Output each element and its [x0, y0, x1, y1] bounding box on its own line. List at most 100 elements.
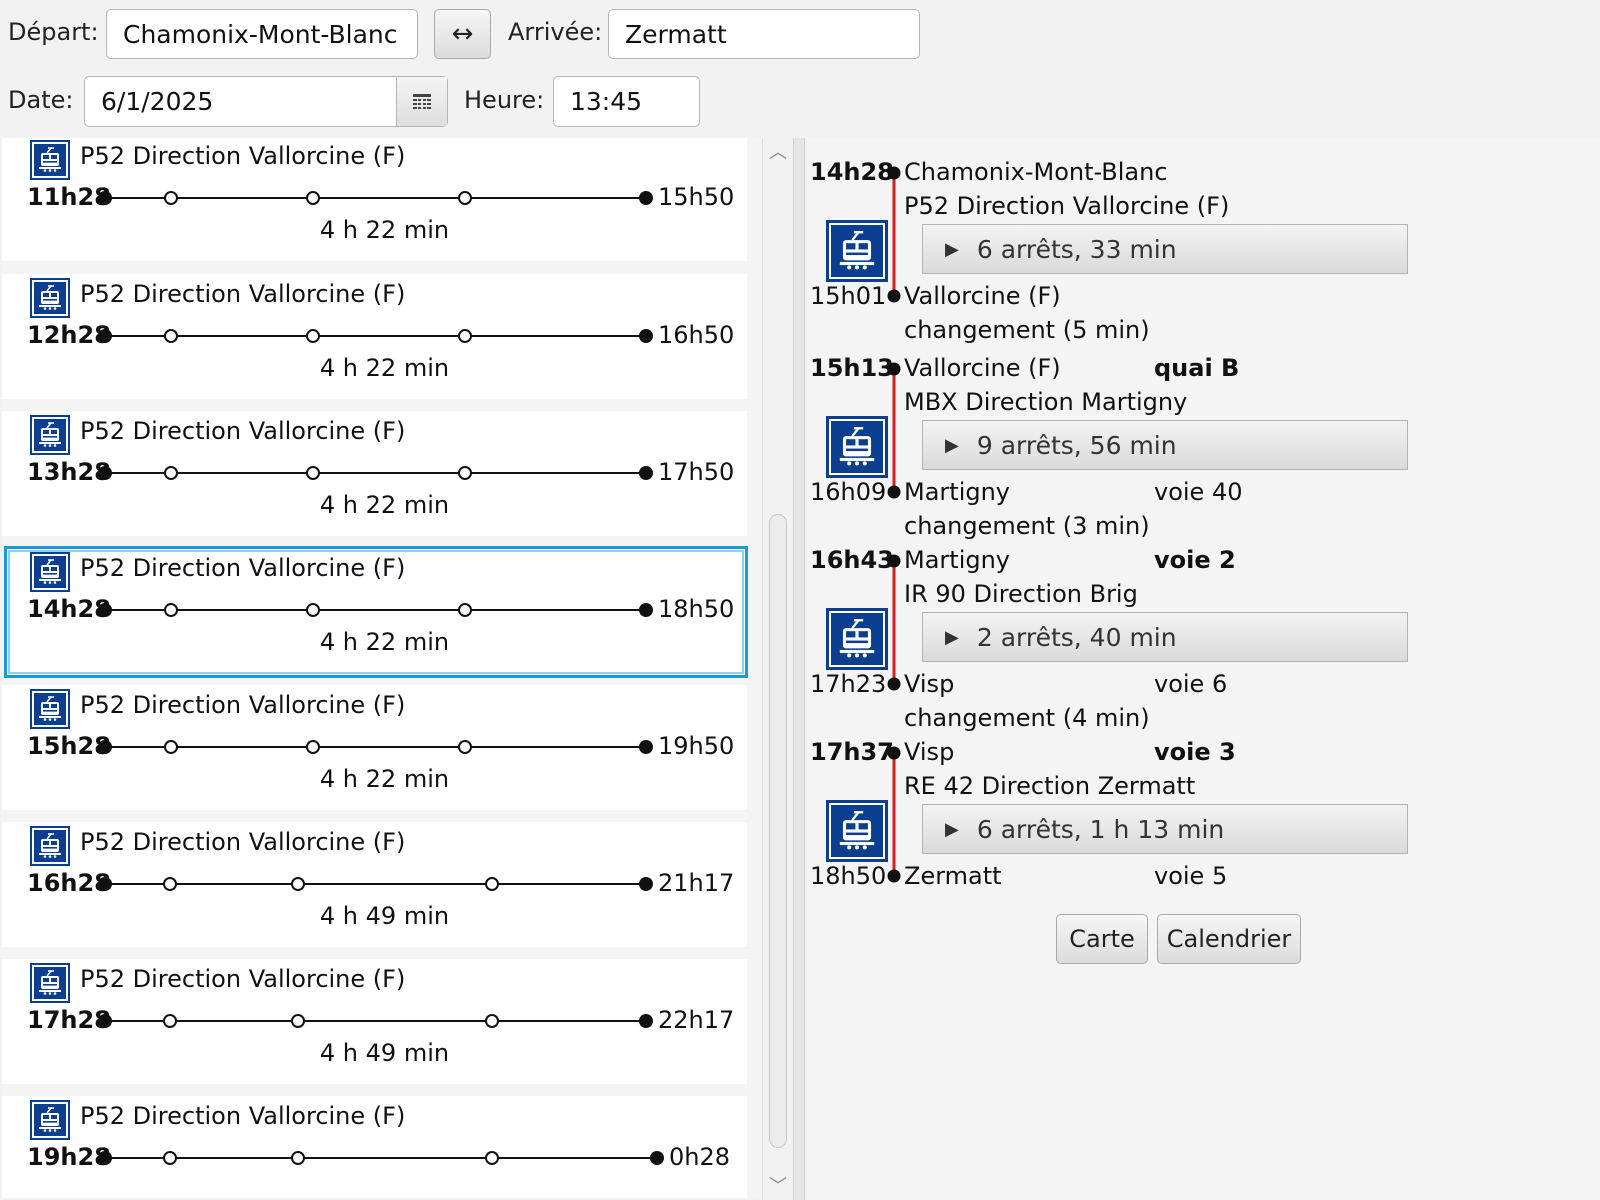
intermediate-stops-toggle[interactable]: ▶ 2 arrêts, 40 min: [922, 612, 1408, 662]
transfer-note: changement (5 min): [904, 316, 1150, 344]
scrollbar-thumb[interactable]: [769, 514, 787, 1148]
train-icon: [30, 552, 70, 592]
leg-arrival-platform: voie 40: [1154, 478, 1243, 506]
intermediate-stops-toggle[interactable]: ▶ 9 arrêts, 56 min: [922, 420, 1408, 470]
leg-departure-time: 14h28: [810, 158, 894, 186]
route-name: P52 Direction Vallorcine (F): [80, 691, 406, 719]
connection-row[interactable]: P52 Direction Vallorcine (F) 15h28 19h50 4 …: [2, 685, 762, 825]
heure-field[interactable]: 13:45: [553, 76, 700, 127]
leg-departure-platform: voie 2: [1154, 546, 1236, 574]
calendar-icon: [413, 93, 431, 109]
expand-triangle-icon: ▶: [945, 434, 959, 456]
date-label: Date:: [8, 86, 74, 114]
leg-route: P52 Direction Vallorcine (F): [904, 192, 1230, 220]
depart-label: Départ:: [8, 18, 99, 46]
train-icon: [30, 826, 70, 866]
expand-triangle-icon: ▶: [945, 626, 959, 648]
connection-row[interactable]: P52 Direction Vallorcine (F) 11h28 15h50 4 …: [2, 138, 762, 276]
transfer-note: changement (3 min): [904, 512, 1150, 540]
journey-timeline: [98, 603, 653, 617]
leg-departure-stop: Vallorcine (F): [904, 354, 1061, 382]
journey-timeline: [98, 1014, 653, 1028]
journey-timeline: [98, 329, 653, 343]
leg-arrival-platform: voie 6: [1154, 670, 1228, 698]
leg-departure-platform: quai B: [1154, 354, 1240, 382]
route-name: P52 Direction Vallorcine (F): [80, 828, 406, 856]
heure-label: Heure:: [464, 86, 545, 114]
leg-departure-stop: Chamonix-Mont-Blanc: [904, 158, 1168, 186]
depart-field[interactable]: Chamonix-Mont-Blanc: [106, 9, 418, 59]
duration: 4 h 22 min: [319, 216, 450, 244]
duration: 4 h 22 min: [319, 491, 450, 519]
stops-summary: 6 arrêts, 33 min: [976, 234, 1177, 264]
expand-triangle-icon: ▶: [945, 238, 959, 260]
journey-timeline: [98, 191, 653, 205]
train-icon: [30, 415, 70, 455]
connection-row[interactable]: P52 Direction Vallorcine (F) 16h28 21h17 4 …: [2, 822, 762, 962]
intermediate-stops-toggle[interactable]: ▶ 6 arrêts, 33 min: [922, 224, 1408, 274]
train-icon: [826, 220, 888, 282]
leg-route: MBX Direction Martigny: [904, 388, 1188, 416]
leg-route: IR 90 Direction Brig: [904, 580, 1138, 608]
leg-arrival-platform: voie 5: [1154, 862, 1228, 890]
leg-arrival-stop: Martigny: [904, 478, 1011, 506]
arrivee-field[interactable]: Zermatt: [608, 9, 920, 59]
calendar-picker-button[interactable]: [396, 77, 447, 126]
leg-departure-time: 15h13: [810, 354, 894, 382]
train-icon: [30, 140, 70, 180]
leg-arrival-stop: Visp: [904, 670, 955, 698]
leg-arrival-time: 15h01: [810, 282, 887, 310]
connection-row[interactable]: P52 Direction Vallorcine (F) 19h28 0h28: [2, 1096, 762, 1198]
scroll-up-arrow-icon[interactable]: ︿: [763, 138, 793, 164]
connection-row[interactable]: P52 Direction Vallorcine (F) 12h28 16h50 4 …: [2, 274, 762, 414]
train-icon: [826, 608, 888, 670]
split-divider[interactable]: [793, 138, 805, 1200]
date-field[interactable]: 6/1/2025: [84, 76, 448, 127]
list-scrollbar[interactable]: ︿ ﹀: [762, 138, 793, 1200]
journey-timeline: [98, 877, 653, 891]
stops-summary: 6 arrêts, 1 h 13 min: [976, 814, 1225, 844]
leg-departure-platform: voie 3: [1154, 738, 1236, 766]
leg-departure-time: 17h37: [810, 738, 894, 766]
train-icon: [30, 963, 70, 1003]
duration: 4 h 49 min: [319, 902, 450, 930]
arrivee-label: Arrivée:: [508, 18, 603, 46]
stops-summary: 9 arrêts, 56 min: [976, 430, 1177, 460]
calendrier-button[interactable]: Calendrier: [1157, 914, 1301, 964]
duration: 4 h 22 min: [319, 354, 450, 382]
train-icon: [826, 416, 888, 478]
train-icon: [826, 800, 888, 862]
connection-detail: 14h28 Chamonix-Mont-Blanc P52 Direction Va…: [806, 138, 1600, 1200]
leg-arrival-time: 16h09: [810, 478, 887, 506]
route-name: P52 Direction Vallorcine (F): [80, 280, 406, 308]
stops-summary: 2 arrêts, 40 min: [976, 622, 1177, 652]
train-icon: [30, 689, 70, 729]
connection-row[interactable]: P52 Direction Vallorcine (F) 13h28 17h50 4 …: [2, 411, 762, 551]
connections-list[interactable]: P52 Direction Vallorcine (F) 11h28 15h50 4 …: [2, 138, 762, 1198]
connection-row[interactable]: P52 Direction Vallorcine (F) 14h28 18h50 4 …: [2, 546, 762, 688]
leg-arrival-stop: Zermatt: [904, 862, 1002, 890]
route-name: P52 Direction Vallorcine (F): [80, 1102, 406, 1130]
expand-triangle-icon: ▶: [945, 818, 959, 840]
leg-route: RE 42 Direction Zermatt: [904, 772, 1196, 800]
leg-departure-stop: Martigny: [904, 546, 1011, 574]
route-name: P52 Direction Vallorcine (F): [80, 965, 406, 993]
duration: 4 h 49 min: [319, 1039, 450, 1067]
intermediate-stops-toggle[interactable]: ▶ 6 arrêts, 1 h 13 min: [922, 804, 1408, 854]
train-icon: [30, 1100, 70, 1140]
route-name: P52 Direction Vallorcine (F): [80, 554, 406, 582]
train-icon: [30, 278, 70, 318]
route-name: P52 Direction Vallorcine (F): [80, 142, 406, 170]
journey-timeline: [98, 1151, 664, 1165]
date-value: 6/1/2025: [101, 87, 214, 116]
scroll-down-arrow-icon[interactable]: ﹀: [763, 1172, 793, 1198]
journey-timeline: [98, 466, 653, 480]
leg-arrival-time: 18h50: [810, 862, 887, 890]
transfer-note: changement (4 min): [904, 704, 1150, 732]
swap-button[interactable]: ↔: [434, 9, 491, 59]
duration: 4 h 22 min: [319, 765, 450, 793]
leg-arrival-time: 17h23: [810, 670, 887, 698]
connection-row[interactable]: P52 Direction Vallorcine (F) 17h28 22h17 4 …: [2, 959, 762, 1099]
leg-arrival-stop: Vallorcine (F): [904, 282, 1061, 310]
carte-button[interactable]: Carte: [1056, 914, 1148, 964]
